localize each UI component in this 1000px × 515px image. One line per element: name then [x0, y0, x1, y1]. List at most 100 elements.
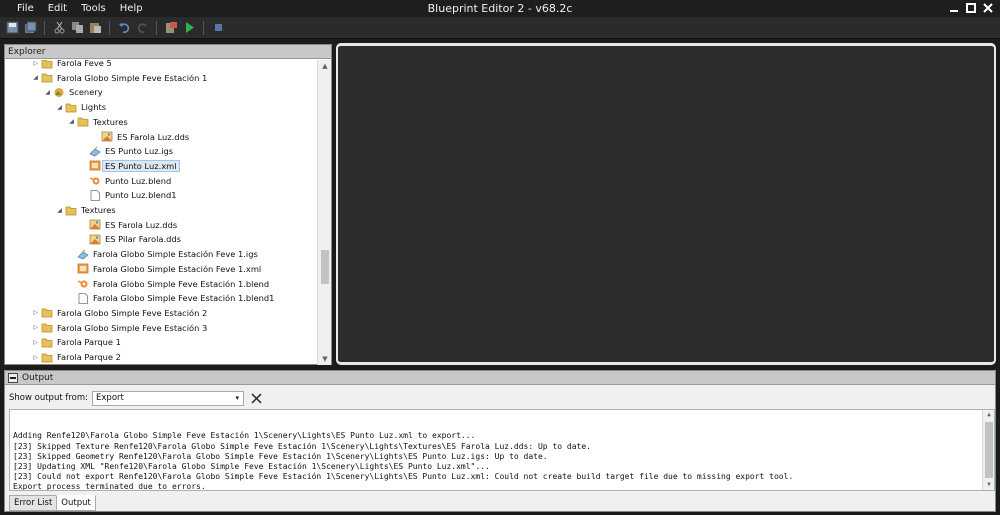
folder-icon — [40, 336, 54, 348]
tree-item[interactable]: Punto Luz.blend1 — [79, 188, 177, 202]
tree-item[interactable]: Punto Luz.blend — [79, 174, 171, 188]
output-header: Output — [5, 371, 995, 385]
menu-file[interactable]: File — [10, 2, 41, 15]
window-controls — [948, 2, 994, 14]
expand-arrow-icon[interactable]: ◢ — [31, 74, 40, 81]
scrollbar-thumb[interactable] — [321, 250, 329, 284]
save-icon[interactable] — [4, 20, 20, 36]
tree-item-label: Farola Globo Simple Estación Feve 1.igs — [93, 249, 258, 260]
tree-item-label: Farola Globo Simple Feve Estación 1.blen… — [93, 293, 275, 304]
scenery-icon — [52, 86, 66, 98]
output-source-select[interactable]: Export ▾ — [92, 390, 245, 406]
folder-icon — [40, 322, 54, 334]
tree-item[interactable]: ◢ Textures — [55, 203, 116, 217]
menu-tools[interactable]: Tools — [74, 2, 113, 15]
minimize-button[interactable] — [948, 2, 960, 14]
explorer-scrollbar[interactable]: ▲ ▼ — [317, 60, 331, 365]
tree-item-label: Textures — [93, 116, 128, 127]
tree-item-label: Punto Luz.blend1 — [105, 190, 177, 201]
tree-item[interactable]: ▷ Farola Feve 5 — [31, 60, 112, 70]
tree-item-label: Farola Feve 5 — [57, 60, 112, 68]
tree-item[interactable]: Farola Globo Simple Estación Feve 1.igs — [67, 247, 258, 261]
output-source-row: Show output from: Export ▾ — [5, 389, 264, 407]
close-button[interactable] — [982, 2, 994, 14]
folder-icon — [64, 204, 78, 216]
copy-icon[interactable] — [69, 20, 85, 36]
tab-output[interactable]: Output — [56, 495, 96, 511]
tree-item-label: Lights — [81, 102, 107, 113]
tree-item[interactable]: Farola Globo Simple Feve Estación 1.blen… — [67, 291, 274, 305]
scroll-down-icon[interactable]: ▼ — [318, 353, 332, 365]
tree-item-label: ES Farola Luz.dds — [117, 131, 190, 142]
paste-icon[interactable] — [87, 20, 103, 36]
scroll-up-icon[interactable]: ▲ — [318, 60, 332, 72]
undo-icon[interactable] — [116, 20, 132, 36]
log-line: Export process terminated due to errors. — [13, 482, 206, 491]
tree-item[interactable]: ◢ Scenery — [43, 85, 102, 99]
redo-icon[interactable] — [134, 20, 150, 36]
collapse-arrow-icon[interactable]: ▷ — [31, 324, 40, 331]
expand-arrow-icon[interactable]: ◢ — [67, 118, 76, 125]
menu-edit[interactable]: Edit — [41, 2, 74, 15]
export-icon[interactable] — [163, 20, 179, 36]
collapse-arrow-icon[interactable]: ▷ — [31, 309, 40, 316]
tree-item[interactable]: Farola Globo Simple Feve Estación 1.blen… — [67, 277, 269, 291]
file-icon — [76, 292, 90, 304]
output-log[interactable]: Adding Renfe120\Farola Globo Simple Feve… — [9, 409, 995, 491]
play-icon[interactable] — [181, 20, 197, 36]
folder-icon — [76, 116, 90, 128]
folder-icon — [40, 307, 54, 319]
scroll-up-icon[interactable]: ▲ — [983, 410, 994, 420]
tree-item-label: ES Farola Luz.dds — [105, 219, 178, 230]
file-icon — [88, 189, 102, 201]
viewport[interactable] — [336, 43, 996, 365]
stop-icon[interactable] — [210, 20, 226, 36]
tree-item[interactable]: ▷ Farola Parque 2 — [31, 350, 121, 364]
tree-item-label: ES Punto Luz.igs — [105, 146, 174, 157]
tree-item[interactable]: ES Farola Luz.dds — [79, 218, 177, 232]
folder-icon — [40, 351, 54, 363]
show-output-label: Show output from: — [9, 393, 89, 403]
chevron-down-icon: ▾ — [235, 393, 240, 402]
tree-item[interactable]: ES Punto Luz.igs — [79, 144, 173, 158]
save-all-icon[interactable] — [22, 20, 38, 36]
expand-arrow-icon[interactable]: ◢ — [43, 89, 52, 96]
collapse-arrow-icon[interactable]: ▷ — [31, 60, 40, 67]
expand-arrow-icon[interactable]: ◢ — [55, 104, 64, 111]
tree-item-label: Textures — [81, 205, 116, 215]
tree-item-label: Farola Globo Simple Feve Estación 3 — [57, 322, 208, 333]
folder-icon — [64, 101, 78, 113]
output-scrollbar[interactable]: ▲ ▼ — [982, 410, 994, 490]
collapse-arrow-icon[interactable]: ▷ — [31, 339, 40, 346]
tree-item[interactable]: ES Farola Luz.dds — [91, 130, 189, 144]
tree-item[interactable]: ◢ Lights — [55, 100, 106, 114]
scroll-down-icon[interactable]: ▼ — [983, 480, 994, 490]
log-line: [23] Could not export Renfe120\Farola Gl… — [13, 472, 794, 482]
tree-item[interactable]: ES Punto Luz.xml — [79, 159, 180, 173]
xml-blueprint-icon — [76, 263, 90, 275]
geometry-icon — [88, 145, 102, 157]
expand-arrow-icon[interactable]: ◢ — [55, 207, 64, 214]
maximize-button[interactable] — [965, 2, 977, 14]
tab-error-list[interactable]: Error List — [9, 495, 58, 511]
scrollbar-thumb[interactable] — [985, 422, 993, 478]
clear-output-icon[interactable] — [248, 390, 264, 406]
tree-item[interactable]: ▷ Farola Parque 1 — [31, 335, 121, 349]
blender-icon — [88, 175, 102, 187]
cut-icon[interactable] — [51, 20, 67, 36]
tree-item-label: Farola Globo Simple Feve Estación 1 — [57, 72, 208, 83]
tree-item[interactable]: ◢ Textures — [67, 115, 128, 129]
tree-item[interactable]: ES Pilar Farola.dds — [79, 232, 181, 246]
tree-item[interactable]: ▷ Farola Globo Simple Feve Estación 2 — [31, 306, 207, 320]
tree-item-label: Farola Globo Simple Feve Estación 1.blen… — [93, 278, 270, 289]
collapse-icon[interactable] — [8, 372, 18, 383]
tree-item[interactable]: Farola Globo Simple Estación Feve 1.xml — [67, 262, 261, 276]
tree-item-label: Farola Globo Simple Estación Feve 1.xml — [93, 263, 262, 274]
tree-item[interactable]: ◢ Farola Globo Simple Feve Estación 1 — [31, 71, 207, 85]
tree-item[interactable]: ▷ Farola Globo Simple Feve Estación 3 — [31, 321, 207, 335]
output-tabs: Error List Output — [9, 495, 96, 511]
tree-item-label: Punto Luz.blend — [105, 175, 172, 186]
collapse-arrow-icon[interactable]: ▷ — [31, 354, 40, 361]
app-title: Blueprint Editor 2 - v68.2c — [427, 2, 573, 15]
menu-help[interactable]: Help — [113, 2, 150, 15]
